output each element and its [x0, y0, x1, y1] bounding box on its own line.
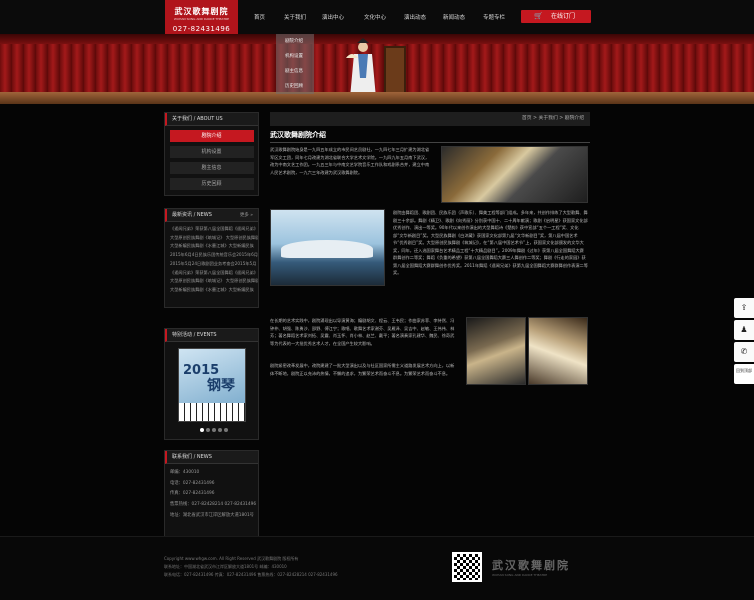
- news-more-link[interactable]: 更多 »: [240, 212, 253, 218]
- nav-culture[interactable]: 文化中心: [364, 13, 386, 21]
- contact-ticket: 售票热线：027-82428214 027-82431496: [170, 501, 257, 507]
- footer: Copyright www.whgw.com. All Right Reserv…: [0, 536, 754, 600]
- intro-paragraph-1: 武汉歌舞剧院始身是一九四五年成立的市民间艺员剧社，一九四七年三月扩建为湖北省军区…: [270, 147, 430, 175]
- stage-door: [384, 46, 406, 94]
- qr-code-image: [452, 552, 482, 582]
- intro-paragraph-3: 在长期的艺术实践中，剧院涌现出以导演黄海；编剧胡文、程云、王韦民；作曲家苏菲、李…: [270, 318, 455, 346]
- cart-icon: 🛒: [534, 12, 543, 20]
- opera-figure-image: [346, 38, 376, 98]
- phone-icon: ✆: [740, 347, 748, 356]
- footer-logo: 武汉歌舞剧院 WUHAN SONG AND DANCE THEATRE: [492, 557, 570, 577]
- side-menu-history[interactable]: 历史回顾: [169, 178, 254, 190]
- online-order-button[interactable]: 🛒 在线订门: [521, 10, 591, 23]
- footer-address: 联系地址：中国湖北省武汉市江岸区解放大道1801号 邮编：430010: [164, 564, 287, 569]
- news-item[interactable]: 2015年5月24日歌剧团业务考查会2015年5月: [165, 260, 258, 269]
- contact-phone: 电话：027-82431496: [170, 480, 215, 486]
- lobby-photo-2: [528, 317, 588, 385]
- carousel-dots[interactable]: [200, 428, 230, 433]
- nav-performance[interactable]: 演出中心: [322, 13, 344, 21]
- poster-keys: [179, 403, 245, 421]
- about-box: 关于我们 / ABOUT US 剧院介绍 机构设置 剧主信息 历史回顾: [164, 112, 259, 196]
- nav-home[interactable]: 首页: [254, 13, 265, 21]
- side-menu-structure[interactable]: 机构设置: [169, 146, 254, 158]
- theatre-interior-photo: [441, 146, 588, 203]
- qq-icon: ♟: [740, 325, 748, 334]
- news-box: 最新资讯 / NEWS 更多 » 《遥闻兄弟》荣获第八届全国舞蹈《遥闻兄弟》 大…: [164, 208, 259, 308]
- events-box: 特别活动 / EVENTS 2015 钢琴: [164, 328, 259, 440]
- nav-special[interactable]: 专题专栏: [483, 13, 505, 21]
- news-item[interactable]: 大型新编民族舞剧《水墨江城》大型新编民族: [165, 286, 258, 295]
- phone-button[interactable]: ✆: [734, 342, 754, 362]
- dropdown-item-structure[interactable]: 机构设置: [276, 49, 314, 64]
- contact-zip: 邮编：430010: [170, 470, 200, 475]
- events-box-title: 特别活动 / EVENTS: [165, 329, 258, 342]
- back-to-top-button[interactable]: 回到顶部: [734, 364, 754, 384]
- order-label: 在线订门: [551, 13, 576, 20]
- site-logo[interactable]: 武汉歌舞剧院 WUHAN SONG AND DANCE THEATRE 027-…: [165, 0, 238, 34]
- side-menu-intro[interactable]: 剧院介绍: [169, 130, 254, 142]
- footer-logo-name: 武汉歌舞剧院: [492, 559, 570, 572]
- dropdown-item-info[interactable]: 剧主信息: [276, 64, 314, 79]
- news-item[interactable]: 大型新编民族舞剧《水墨江城》大型新编民族: [165, 242, 258, 251]
- about-box-title: 关于我们 / ABOUT US: [165, 113, 258, 126]
- floating-toolbar: ⇪ ♟ ✆ 回到顶部: [734, 298, 754, 386]
- logo-english: WUHAN SONG AND DANCE THEATRE: [173, 17, 230, 21]
- dropdown-item-history[interactable]: 历史回顾: [276, 79, 314, 94]
- nav-about[interactable]: 关于我们: [284, 13, 306, 21]
- footer-phone: 联系电话：027-82431496 传真：027-82431496 售票热线：0…: [164, 572, 338, 577]
- logo-name: 武汉歌舞剧院: [174, 7, 229, 16]
- contact-address: 地址：湖北省武汉市江岸区解放大道1801号: [170, 513, 254, 518]
- nav-show-news[interactable]: 演出动态: [404, 13, 426, 21]
- contact-fax: 传真：027-82431496: [170, 491, 215, 496]
- nav-news[interactable]: 新闻动态: [443, 13, 465, 21]
- poster-title: 钢琴: [207, 378, 235, 394]
- news-item[interactable]: 大型原创民族舞剧《筑城记》 大型原创民族舞剧: [165, 234, 258, 243]
- header-phone: 027-82431496: [172, 25, 231, 33]
- stage-banner: [0, 34, 754, 104]
- news-item[interactable]: 大型原创民族舞剧《筑城记》 大型原创民族舞剧: [165, 277, 258, 286]
- page-title: 武汉歌舞剧院介绍: [270, 130, 590, 143]
- building-roof: [281, 240, 373, 258]
- news-item[interactable]: 《遥闻兄弟》荣获第八届全国舞蹈《遥闻兄弟》: [165, 269, 258, 278]
- page: 武汉歌舞剧院 WUHAN SONG AND DANCE THEATRE 027-…: [0, 0, 754, 600]
- contact-box-title: 联系我们 / NEWS: [165, 451, 258, 464]
- share-button[interactable]: ⇪: [734, 298, 754, 318]
- footer-logo-english: WUHAN SONG AND DANCE THEATRE: [492, 573, 548, 577]
- side-menu-info[interactable]: 剧主信息: [169, 162, 254, 174]
- top-bar: 武汉歌舞剧院 WUHAN SONG AND DANCE THEATRE 027-…: [0, 0, 754, 34]
- share-icon: ⇪: [740, 303, 748, 312]
- news-item[interactable]: 2015年6月4日民族乐团传统音乐会2015年6月: [165, 251, 258, 260]
- qq-button[interactable]: ♟: [734, 320, 754, 340]
- event-poster-image[interactable]: 2015 钢琴: [178, 348, 246, 422]
- news-item[interactable]: 《遥闻兄弟》荣获第八届全国舞蹈《遥闻兄弟》: [165, 225, 258, 234]
- footer-copyright: Copyright www.whgw.com. All Right Reserv…: [164, 556, 299, 561]
- theatre-exterior-photo: [270, 209, 385, 286]
- lobby-photo-1: [466, 317, 526, 385]
- intro-paragraph-4: 剧院紧密改革发展中，改院建建了一批大型演出以及与社区国家所需主义道路发展艺术方向…: [270, 363, 455, 376]
- dropdown-item-intro[interactable]: 剧院介绍: [276, 34, 314, 49]
- stage-floor: [0, 92, 754, 104]
- about-dropdown-menu: 剧院介绍 机构设置 剧主信息 历史回顾: [276, 34, 314, 94]
- breadcrumb: 首页 > 关于我们 > 剧院介绍: [270, 112, 590, 126]
- intro-paragraph-2: 剧院由舞蹈团、歌剧团、民族乐团（声歌乐）、舞美工程等部门组成。多年来，共创作排练…: [393, 210, 588, 275]
